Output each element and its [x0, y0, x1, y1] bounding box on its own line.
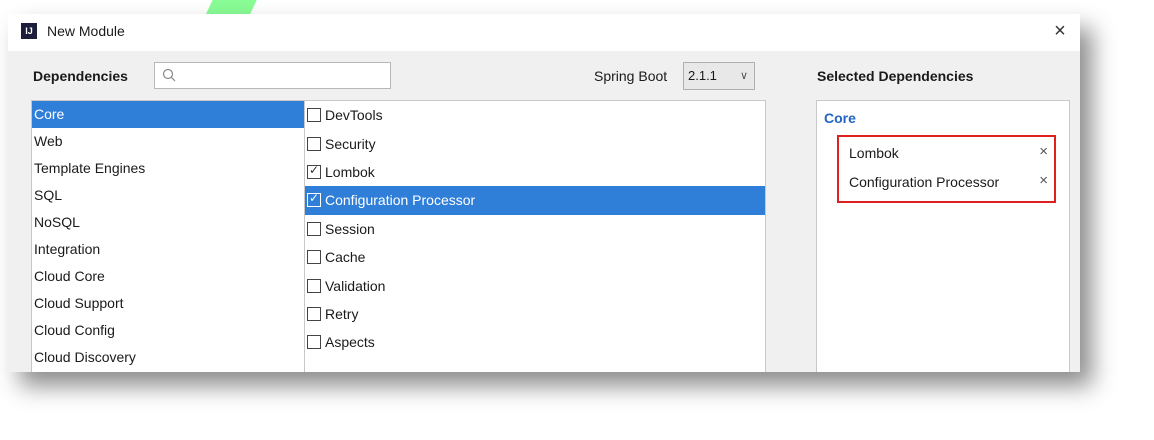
dependency-label: Lombok — [325, 163, 375, 180]
dependency-label: Session — [325, 220, 375, 237]
dependency-item-configuration-processor[interactable]: ✓ Configuration Processor — [305, 186, 765, 215]
category-item-sql[interactable]: SQL — [32, 182, 304, 209]
category-list: Core Web Template Engines SQL NoSQL Inte… — [31, 100, 304, 372]
dependency-item-retry[interactable]: Retry — [305, 300, 765, 328]
dependency-label: DevTools — [325, 107, 383, 124]
category-item-cloud-support[interactable]: Cloud Support — [32, 290, 304, 317]
checkbox[interactable]: ✓ — [307, 163, 321, 179]
checkbox[interactable] — [307, 136, 321, 151]
category-item-integration[interactable]: Integration — [32, 236, 304, 263]
dependency-item-cache[interactable]: Cache — [305, 243, 765, 271]
spring-boot-label: Spring Boot — [594, 68, 668, 84]
checkbox[interactable] — [307, 335, 321, 350]
dependency-item-validation[interactable]: Validation — [305, 271, 765, 299]
checkbox[interactable] — [307, 278, 321, 293]
dependency-label: Validation — [325, 277, 386, 294]
checkbox[interactable] — [307, 108, 321, 123]
search-input[interactable] — [154, 62, 391, 89]
category-item-cloud-config[interactable]: Cloud Config — [32, 317, 304, 344]
dependency-label: Configuration Processor — [325, 192, 476, 209]
checkbox[interactable] — [307, 221, 321, 236]
chevron-down-icon: ∨ — [739, 70, 748, 82]
intellij-app-icon: IJ — [21, 23, 37, 39]
search-icon — [162, 68, 176, 82]
dependency-label: Aspects — [325, 334, 375, 351]
category-item-cloud-discovery[interactable]: Cloud Discovery — [32, 344, 304, 371]
dependency-item-session[interactable]: Session — [305, 215, 765, 243]
checkbox[interactable] — [307, 250, 321, 265]
dependency-item-devtools[interactable]: DevTools — [305, 101, 765, 129]
dependency-item-security[interactable]: Security — [305, 129, 765, 157]
window-title: New Module — [47, 23, 125, 39]
category-item-cloud-core[interactable]: Cloud Core — [32, 263, 304, 290]
category-item-web[interactable]: Web — [32, 128, 304, 155]
selected-group-heading: Core — [824, 110, 856, 126]
dependency-label: Cache — [325, 249, 366, 266]
highlight-box: Lombok × Configuration Processor × — [837, 135, 1056, 203]
spring-boot-version-select[interactable]: 2.1.1 ∨ — [683, 62, 755, 90]
spring-boot-version: 2.1.1 — [688, 68, 717, 83]
dependency-item-lombok[interactable]: ✓ Lombok — [305, 158, 765, 186]
category-item-nosql[interactable]: NoSQL — [32, 209, 304, 236]
dependencies-label: Dependencies — [33, 68, 128, 84]
checkbox[interactable]: ✓ — [307, 191, 321, 208]
title-bar: IJ New Module × — [8, 14, 1080, 51]
selected-dependencies-label: Selected Dependencies — [817, 68, 974, 84]
category-item-core[interactable]: Core — [32, 101, 304, 128]
selected-dependencies-panel: Core Lombok × Configuration Processor × — [816, 100, 1070, 372]
selected-item-lombok: Lombok — [849, 145, 899, 161]
category-item-template-engines[interactable]: Template Engines — [32, 155, 304, 182]
dependency-label: Retry — [325, 305, 359, 322]
close-icon[interactable]: × — [1039, 172, 1048, 189]
close-icon[interactable]: × — [1048, 19, 1072, 43]
selected-item-configuration-processor: Configuration Processor — [849, 174, 1000, 190]
new-module-dialog: IJ New Module × Dependencies Spring Boot… — [8, 14, 1080, 372]
dependency-list: DevTools Security ✓ Lombok ✓ Configurati… — [304, 100, 766, 372]
dependency-item-aspects[interactable]: Aspects — [305, 328, 765, 356]
dependency-label: Security — [325, 135, 376, 152]
close-icon[interactable]: × — [1039, 143, 1048, 160]
checkbox[interactable] — [307, 306, 321, 321]
